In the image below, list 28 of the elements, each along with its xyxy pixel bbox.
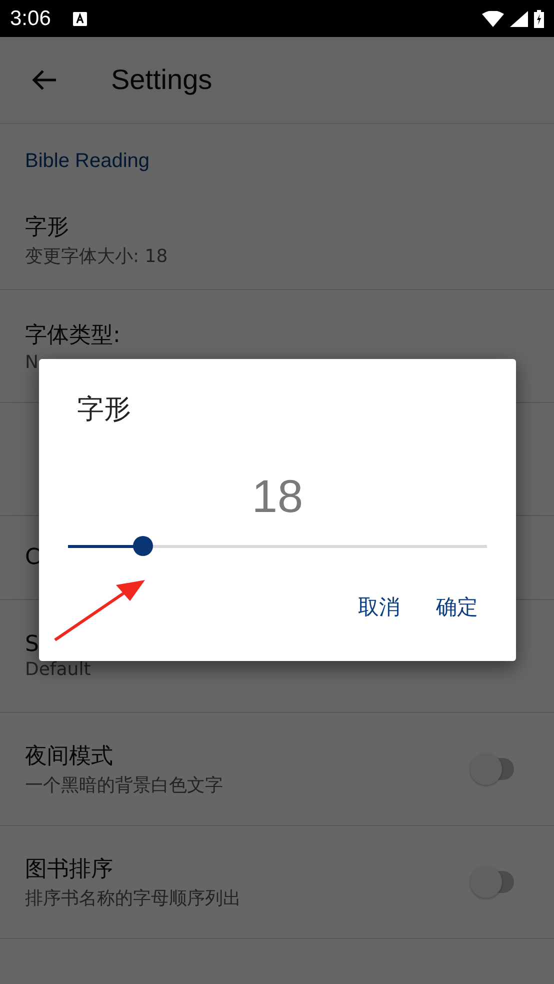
- app-bar-title: Settings: [111, 64, 212, 96]
- slider[interactable]: [68, 535, 487, 557]
- row-subtitle: Default: [25, 659, 91, 680]
- row-title: 图书排序: [25, 856, 113, 884]
- slider-value: 18: [250, 469, 304, 523]
- row-title: 字形: [25, 214, 69, 242]
- dialog-button[interactable]: 确定: [428, 587, 486, 627]
- dialog-button[interactable]: 取消: [350, 587, 408, 627]
- row-title: 夜间模式: [25, 743, 113, 771]
- row-title: 字体类型:: [25, 322, 120, 350]
- row-subtitle: N: [25, 352, 38, 372]
- notification-icon: [72, 12, 87, 26]
- back-arrow-icon[interactable]: [31, 69, 57, 91]
- signal-icon: [510, 10, 528, 26]
- row-title: C: [25, 545, 40, 570]
- wifi-icon: [482, 10, 504, 26]
- row-subtitle: 排序书名称的字母顺序列出: [25, 887, 241, 910]
- battery-icon: [534, 10, 544, 28]
- row-subtitle: 一个黑暗的背景白色文字: [25, 774, 223, 797]
- row-subtitle: 变更字体大小: 18: [25, 244, 168, 268]
- section-header: Bible Reading: [24, 149, 151, 174]
- settings-row[interactable]: 图书排序 排序书名称的字母顺序列出: [0, 826, 554, 939]
- row-title: S: [25, 632, 39, 657]
- toggle-switch[interactable]: [470, 866, 514, 898]
- settings-row[interactable]: 夜间模式 一个黑暗的背景白色文字: [0, 713, 554, 826]
- settings-row[interactable]: 字形 变更字体大小: 18: [0, 190, 554, 290]
- toggle-switch[interactable]: [470, 753, 514, 785]
- status-time: 3:06: [10, 6, 51, 30]
